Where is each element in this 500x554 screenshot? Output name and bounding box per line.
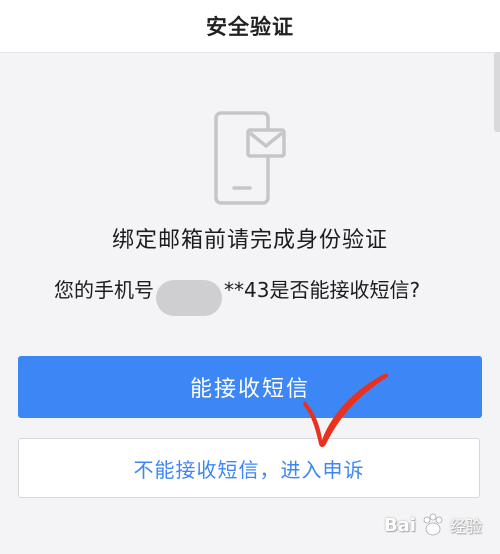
verification-message: 绑定邮箱前请完成身份验证 — [111, 228, 388, 253]
phone-prefix: 您的手机号 — [54, 277, 154, 302]
baidu-watermark: Bai 经验 — [384, 512, 482, 538]
watermark-suffix: 经验 — [449, 517, 482, 536]
phone-question: 您的手机号 **43是否能接收短信? — [54, 270, 474, 316]
cannot-receive-sms-appeal-button[interactable]: 不能接收短信，进入申诉 — [18, 438, 480, 498]
masked-number — [156, 280, 222, 316]
header-bar: 安全验证 — [0, 0, 500, 53]
phone-mail-icon — [214, 111, 286, 205]
page-title: 安全验证 — [206, 15, 294, 39]
watermark-brand: Bai — [383, 514, 416, 536]
can-receive-sms-button[interactable]: 能接收短信 — [18, 356, 482, 418]
phone-suffix: **43是否能接收短信? — [224, 277, 421, 302]
scrollbar[interactable] — [494, 52, 500, 132]
check-mark-annotation — [303, 373, 389, 447]
paw-icon — [423, 513, 443, 536]
